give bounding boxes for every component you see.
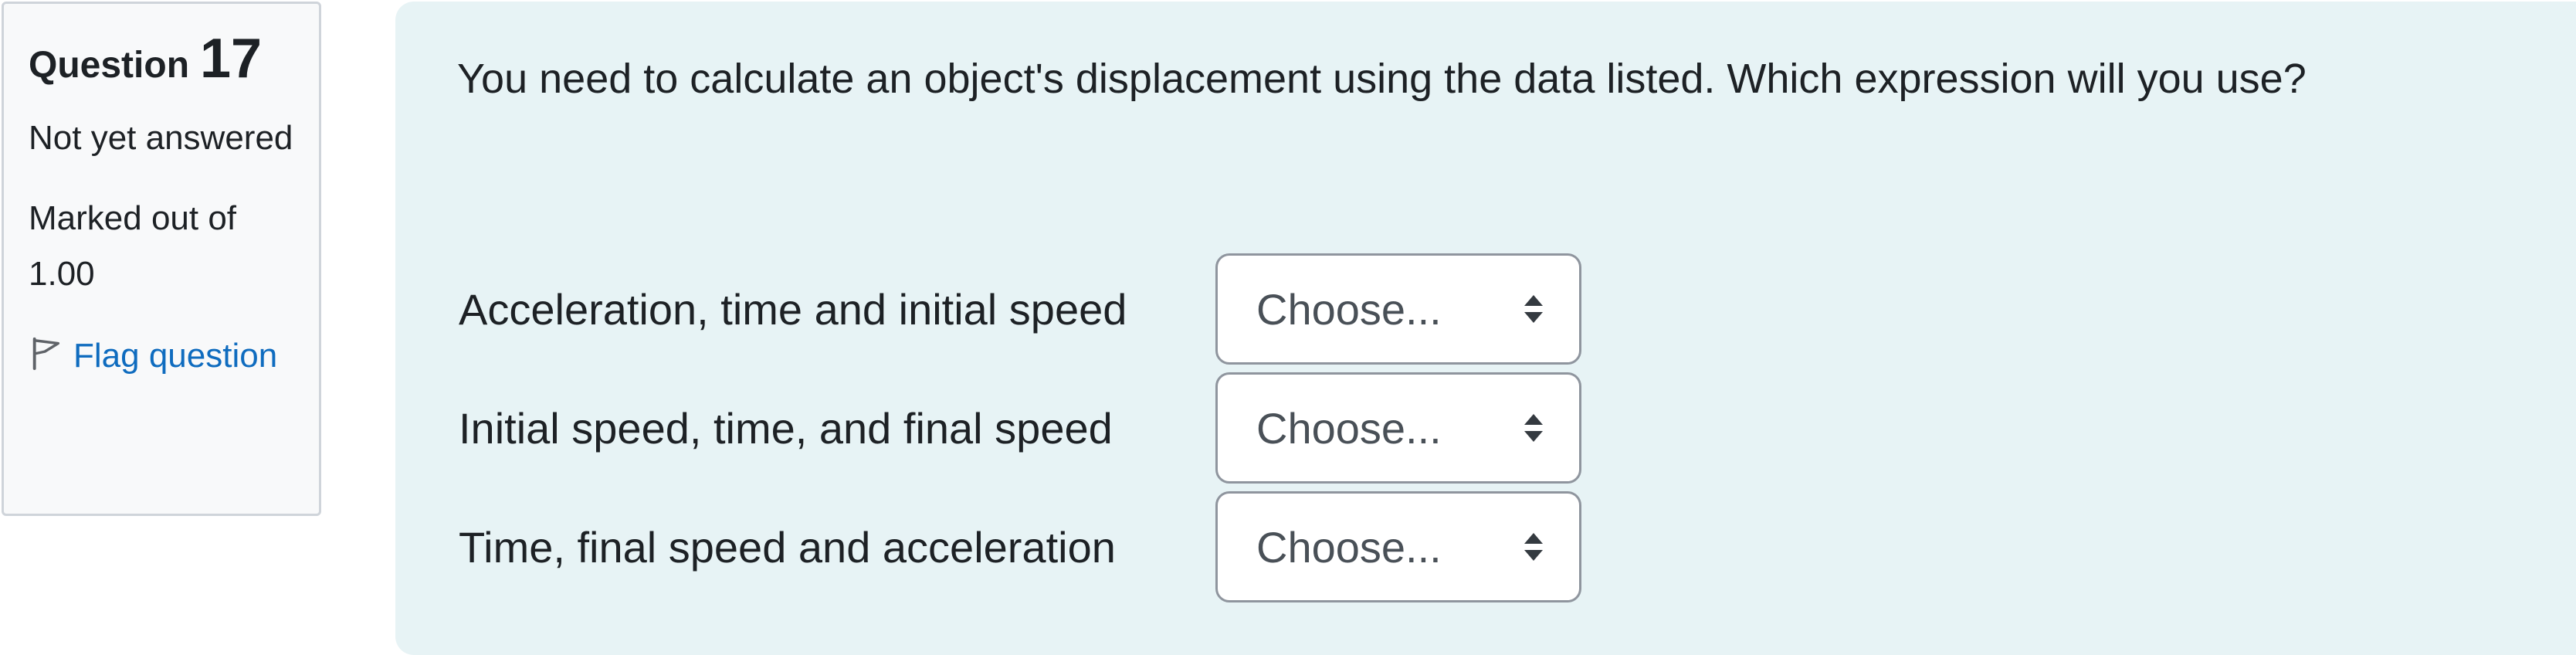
flag-question-label: Flag question — [73, 337, 278, 375]
answer-select[interactable]: Choose... — [1215, 253, 1581, 365]
question-text: You need to calculate an object's displa… — [457, 56, 2307, 102]
match-rows: Acceleration, time and initial speed Cho… — [459, 250, 1581, 606]
match-row-label: Time, final speed and acceleration — [459, 522, 1116, 572]
answer-select[interactable]: Choose... — [1215, 491, 1581, 602]
question-word: Question — [29, 45, 190, 86]
match-row: Initial speed, time, and final speed Cho… — [459, 369, 1581, 487]
match-row: Time, final speed and acceleration Choos… — [459, 488, 1581, 606]
match-row-label: Acceleration, time and initial speed — [459, 284, 1127, 334]
up-down-arrows-icon — [1524, 295, 1543, 323]
match-row-label: Initial speed, time, and final speed — [459, 403, 1113, 453]
question-number-value: 17 — [200, 28, 263, 90]
question-number: Question 17 — [29, 27, 294, 90]
match-row: Acceleration, time and initial speed Cho… — [459, 250, 1581, 368]
flag-question-link[interactable]: Flag question — [29, 328, 294, 384]
select-value: Choose... — [1256, 522, 1442, 572]
question-content: You need to calculate an object's displa… — [395, 2, 2576, 655]
select-value: Choose... — [1256, 284, 1442, 334]
select-value: Choose... — [1256, 403, 1442, 453]
question-grade: Marked out of 1.00 — [29, 199, 237, 293]
question-info-panel: Question 17 Not yet answered Marked out … — [2, 2, 321, 516]
flag-icon — [29, 333, 64, 371]
answer-select[interactable]: Choose... — [1215, 372, 1581, 484]
up-down-arrows-icon — [1524, 533, 1543, 561]
up-down-arrows-icon — [1524, 414, 1543, 442]
question-state: Not yet answered — [29, 119, 293, 157]
